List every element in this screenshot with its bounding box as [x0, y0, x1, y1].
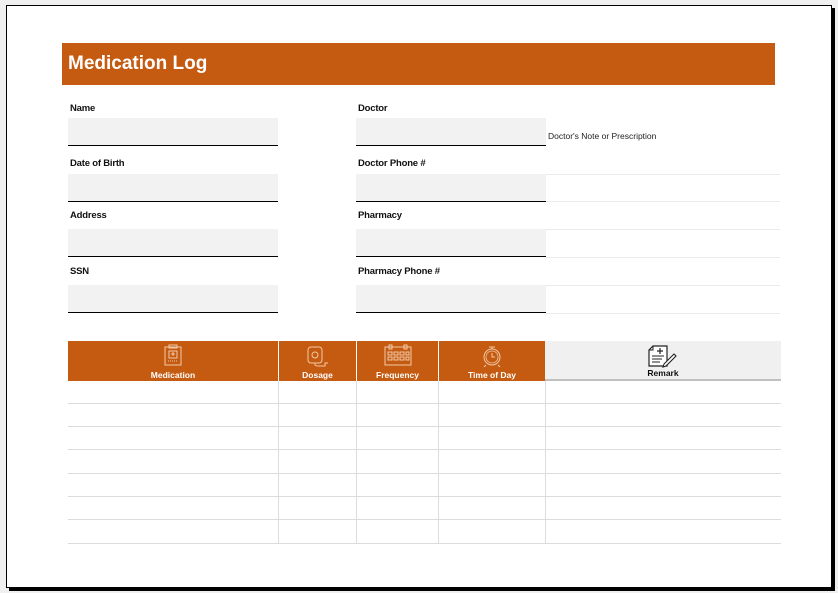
notes-line[interactable]	[546, 313, 780, 314]
table-row[interactable]	[68, 496, 781, 497]
iv-bag-icon	[307, 346, 328, 367]
clipboard-icon	[164, 344, 182, 366]
doctor-phone-label: Doctor Phone #	[358, 158, 426, 169]
doctor-phone-field[interactable]	[356, 174, 546, 202]
notes-line[interactable]	[546, 257, 780, 258]
dob-label: Date of Birth	[70, 158, 125, 169]
calendar-icon	[384, 344, 411, 366]
col-remark-label: Remark	[647, 368, 679, 378]
col-time-of-day: Time of Day	[439, 341, 545, 381]
table-row[interactable]	[68, 403, 781, 404]
col-frequency: Frequency	[357, 341, 439, 381]
col-dosage-label: Dosage	[302, 370, 333, 380]
pharmacy-phone-field[interactable]	[356, 285, 546, 313]
col-dosage: Dosage	[279, 341, 357, 381]
pharmacy-field[interactable]	[356, 229, 546, 257]
dob-field[interactable]	[68, 174, 278, 202]
title-bar: Medication Log	[62, 43, 775, 85]
page-title: Medication Log	[68, 53, 208, 74]
name-label: Name	[70, 103, 96, 114]
col-medication: Medication	[68, 341, 279, 381]
notes-line[interactable]	[546, 174, 780, 175]
address-label: Address	[70, 210, 107, 221]
note-pencil-icon	[648, 345, 677, 368]
col-frequency-label: Frequency	[376, 370, 419, 380]
ssn-field[interactable]	[68, 285, 278, 313]
notes-line[interactable]	[546, 229, 780, 230]
table-row[interactable]	[68, 543, 781, 544]
address-field[interactable]	[68, 229, 278, 257]
column-divider	[545, 381, 546, 543]
col-remark: Remark	[545, 341, 781, 381]
column-divider	[356, 381, 357, 543]
ssn-label: SSN	[70, 266, 89, 277]
alarm-clock-icon	[483, 346, 501, 368]
notes-line[interactable]	[546, 285, 780, 286]
pharmacy-phone-label: Pharmacy Phone #	[358, 266, 440, 277]
table-row[interactable]	[68, 449, 781, 450]
table-header: Medication Dosage Frequency Time of Day …	[68, 341, 781, 381]
col-medication-label: Medication	[150, 370, 196, 380]
notes-label: Doctor's Note or Prescription	[548, 131, 657, 141]
table-row[interactable]	[68, 519, 781, 520]
column-divider	[278, 381, 279, 543]
pharmacy-label: Pharmacy	[358, 210, 402, 221]
table-row[interactable]	[68, 426, 781, 427]
col-time-of-day-label: Time of Day	[467, 370, 517, 380]
doctor-field[interactable]	[356, 118, 546, 146]
doctor-label: Doctor	[358, 103, 388, 114]
table-row[interactable]	[68, 473, 781, 474]
column-divider	[438, 381, 439, 543]
notes-line[interactable]	[546, 201, 780, 202]
name-field[interactable]	[68, 118, 278, 146]
